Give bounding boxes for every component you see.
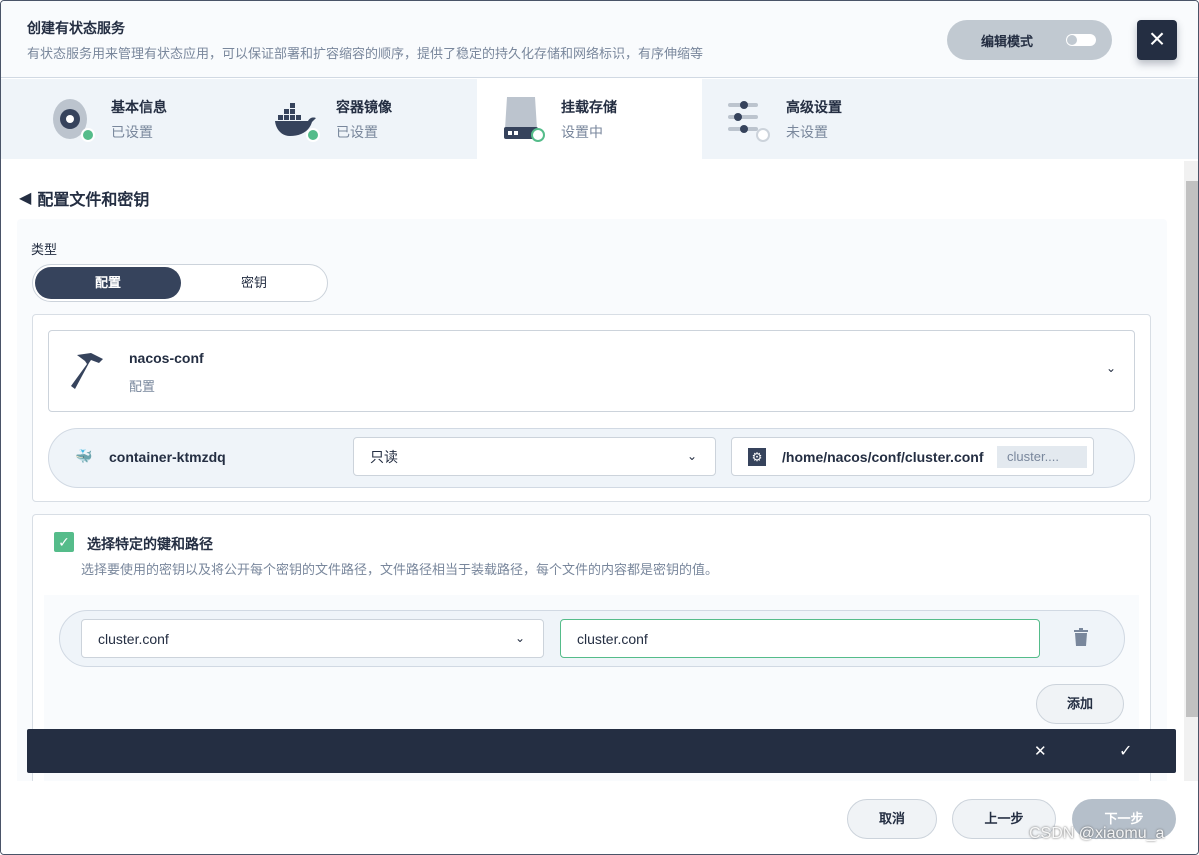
path-value: cluster.conf — [577, 630, 648, 647]
docker-icon: 🐳 — [75, 448, 93, 464]
dialog-description: 有状态服务用来管理有状态应用，可以保证部署和扩容缩容的顺序，提供了稳定的持久化存… — [27, 46, 704, 61]
chevron-down-icon: ⌄ — [686, 449, 697, 463]
back-arrow-icon: ◀ — [19, 190, 32, 207]
type-option-secret[interactable]: 密钥 — [181, 267, 327, 299]
key-select[interactable]: cluster.conf ⌄ — [81, 619, 544, 658]
type-option-config[interactable]: 配置 — [35, 267, 181, 299]
step-title: 高级设置 — [786, 99, 842, 115]
dialog-footer: 取消 上一步 下一步 — [1, 781, 1198, 854]
step-title: 容器镜像 — [336, 99, 392, 115]
resource-kind: 配置 — [129, 379, 156, 394]
gear-icon: ⚙ — [748, 447, 766, 466]
confirm-bar: ✕ ✓ — [27, 729, 1176, 773]
type-segmented-control: 配置 密钥 — [32, 264, 328, 302]
toggle-switch-icon — [1066, 34, 1096, 46]
step-status: 未设置 — [786, 124, 828, 140]
key-path-row: cluster.conf ⌄ cluster.conf — [59, 610, 1125, 667]
hammer-icon — [71, 353, 103, 389]
config-panel: 类型 配置 密钥 nacos-conf 配置 ⌄ 🐳 container-ktm… — [17, 219, 1167, 781]
step-title: 基本信息 — [111, 99, 167, 115]
container-name: container-ktmzdq — [109, 449, 226, 465]
checkbox-label: 选择特定的键和路径 — [87, 536, 213, 552]
key-value: cluster.conf — [98, 630, 169, 647]
cancel-icon[interactable]: ✕ — [1034, 742, 1047, 760]
dialog-header: 创建有状态服务 有状态服务用来管理有状态应用，可以保证部署和扩容缩容的顺序，提供… — [1, 1, 1198, 78]
confirm-icon[interactable]: ✓ — [1119, 741, 1132, 761]
done-status-dot — [306, 128, 320, 142]
keys-description: 选择要使用的密钥以及将公开每个密钥的文件路径，文件路径相当于装载路径，每个文件的… — [81, 562, 719, 577]
mount-row: 🐳 container-ktmzdq 只读 ⌄ ⚙ /home/nacos/con… — [48, 428, 1135, 488]
sub-path-tag[interactable]: cluster.... — [997, 446, 1087, 468]
step-basic-info[interactable]: 基本信息 已设置 — [1, 79, 226, 159]
mount-path-input[interactable]: ⚙ /home/nacos/conf/cluster.conf cluster.… — [731, 437, 1094, 476]
mount-path-value: /home/nacos/conf/cluster.conf — [782, 448, 984, 465]
back-button[interactable]: ◀ 配置文件和密钥 — [19, 186, 149, 210]
watermark: CSDN @xiaomu_a — [1029, 825, 1165, 842]
step-container-image[interactable]: 容器镜像 已设置 — [226, 79, 451, 159]
steps-nav: 基本信息 已设置 容器镜像 已设置 挂载存储 设置中 高级设置 未设置 — [1, 79, 1198, 159]
step-status: 已设置 — [111, 124, 153, 140]
access-mode-select[interactable]: 只读 ⌄ — [353, 437, 716, 476]
path-input[interactable]: cluster.conf — [560, 619, 1040, 658]
cancel-button[interactable]: 取消 — [847, 799, 937, 839]
dialog-title: 创建有状态服务 — [27, 20, 125, 36]
scrollbar-thumb[interactable] — [1186, 181, 1198, 717]
step-status: 已设置 — [336, 124, 378, 140]
resource-box: nacos-conf 配置 ⌄ 🐳 container-ktmzdq 只读 ⌄ ⚙… — [32, 314, 1151, 502]
step-advanced-settings[interactable]: 高级设置 未设置 — [702, 79, 927, 159]
done-status-dot — [81, 128, 95, 142]
content-area: ◀ 配置文件和密钥 类型 配置 密钥 nacos-conf 配置 ⌄ 🐳 cont… — [1, 159, 1184, 781]
step-status: 设置中 — [561, 124, 603, 140]
step-mount-storage[interactable]: 挂载存储 设置中 — [477, 79, 702, 159]
type-label: 类型 — [31, 242, 58, 257]
dialog: 创建有状态服务 有状态服务用来管理有状态应用，可以保证部署和扩容缩容的顺序，提供… — [0, 0, 1199, 855]
resource-select-card[interactable]: nacos-conf 配置 ⌄ — [48, 330, 1135, 412]
section-title: 配置文件和密钥 — [37, 192, 150, 209]
chevron-down-icon: ⌄ — [514, 631, 525, 645]
select-keys-checkbox[interactable]: ✓ — [54, 532, 74, 552]
close-button[interactable]: × — [1137, 20, 1177, 60]
edit-mode-toggle[interactable]: 编辑模式 — [947, 20, 1112, 60]
pending-status-dot — [756, 128, 770, 142]
scrollbar[interactable] — [1184, 161, 1198, 781]
resource-name: nacos-conf — [129, 350, 204, 366]
step-title: 挂载存储 — [561, 99, 617, 115]
access-mode-value: 只读 — [370, 448, 398, 465]
active-status-dot — [531, 128, 545, 142]
edit-mode-label: 编辑模式 — [981, 33, 1034, 49]
add-button[interactable]: 添加 — [1036, 684, 1124, 724]
close-icon: × — [1148, 23, 1166, 54]
chevron-down-icon: ⌄ — [1105, 361, 1116, 375]
trash-icon[interactable] — [1074, 628, 1088, 646]
